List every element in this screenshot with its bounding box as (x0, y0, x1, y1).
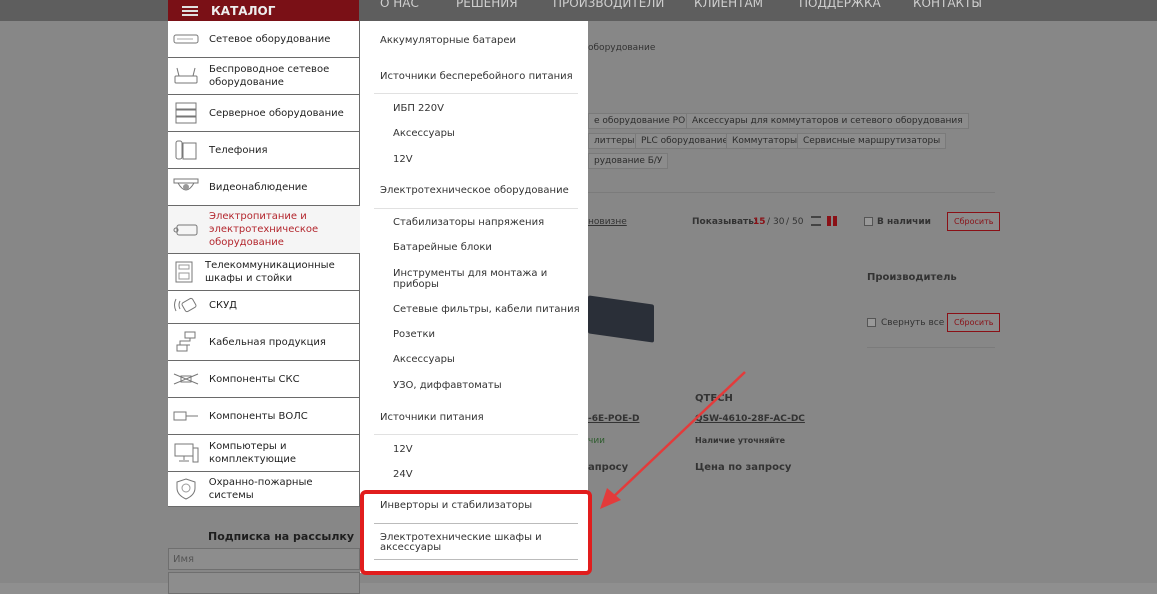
annotation-arrow (600, 371, 746, 509)
